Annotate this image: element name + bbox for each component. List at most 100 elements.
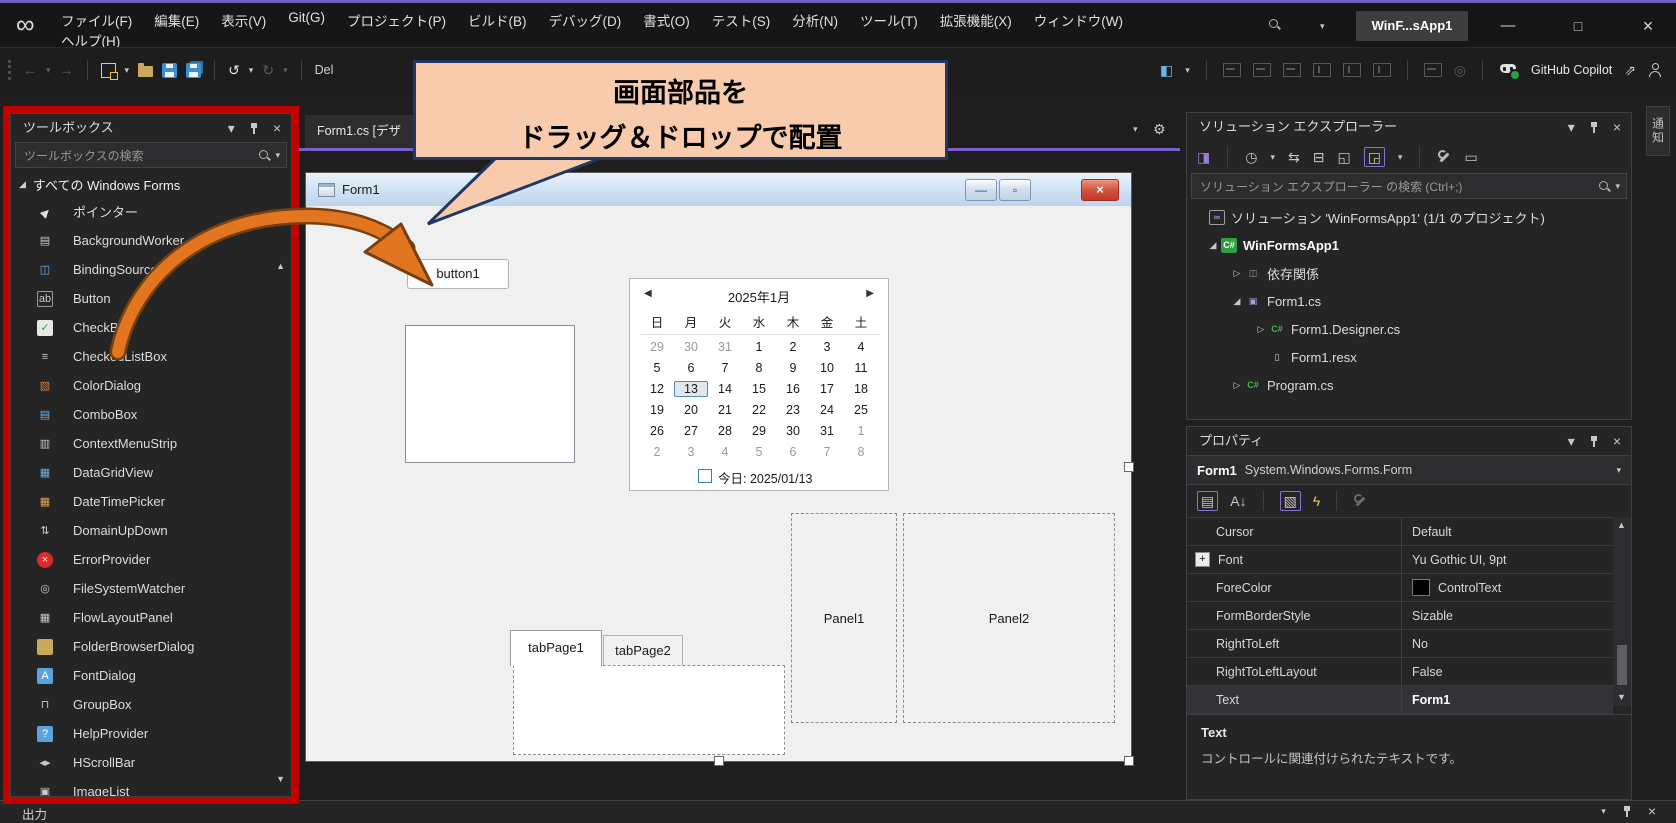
menu-item-v[interactable]: 表示(V) (210, 8, 277, 32)
save-icon[interactable] (162, 62, 178, 78)
form-client-area[interactable]: button1 ◀ 2025年1月 ▶ 日月火水木金土 29 30 31 1 2 3 4 5 6… (307, 206, 1130, 760)
calendar-day[interactable]: 27 (674, 424, 708, 438)
search-icon[interactable] (1598, 180, 1611, 193)
navigate-backward-icon[interactable]: ← (23, 63, 37, 77)
align-centers-icon[interactable] (1252, 63, 1271, 77)
window-minimize-button[interactable]: — (1486, 9, 1530, 43)
search-icon[interactable] (258, 149, 271, 162)
calendar-day[interactable]: 2 (776, 340, 810, 354)
property-row-formborderstyle[interactable]: FormBorderStyle Sizable (1187, 602, 1613, 630)
search-dropdown-icon[interactable]: ▾ (1320, 22, 1325, 31)
toolbox-item-helpprovider[interactable]: ? HelpProvider (11, 719, 291, 748)
scrollbar-up-icon[interactable]: ▲ (1617, 521, 1626, 530)
close-icon[interactable]: × (1648, 804, 1656, 818)
resize-handle-bottom-center[interactable] (714, 756, 724, 766)
button1-control[interactable]: button1 (407, 259, 509, 289)
calendar-day[interactable]: 5 (742, 445, 776, 459)
show-all-files-icon[interactable]: ◱ (1337, 150, 1350, 164)
feedback-person-icon[interactable] (1648, 63, 1662, 77)
property-row-font[interactable]: + Font Yu Gothic UI, 9pt (1187, 546, 1613, 574)
menu-item-o[interactable]: 書式(O) (632, 8, 701, 32)
solution-explorer-header[interactable]: ソリューション エクスプローラー ▾ × (1187, 113, 1631, 141)
scrollbar-down-icon[interactable]: ▼ (1617, 693, 1626, 702)
toolbox-item-filesystemwatcher[interactable]: ◎ FileSystemWatcher (11, 574, 291, 603)
tree-item-program-cs[interactable]: ▷ C# Program.cs (1187, 371, 1631, 399)
chevron-down-icon[interactable]: ▾ (228, 121, 235, 135)
resize-handle-right-middle[interactable] (1124, 462, 1134, 472)
solution-explorer-search[interactable]: ソリューション エクスプローラー の検索 (Ctrl+;) ▾ (1191, 173, 1627, 199)
form-maximize-button[interactable]: ▫ (999, 179, 1031, 201)
notifications-vertical-tab[interactable]: 通知 (1646, 106, 1670, 156)
toolbox-item-fontdialog[interactable]: A FontDialog (11, 661, 291, 690)
properties-object-selector[interactable]: Form1 System.Windows.Forms.Form ▾ (1187, 455, 1631, 485)
calendar-day[interactable]: 24 (810, 403, 844, 417)
properties-view-icon[interactable]: ▧ (1279, 491, 1301, 511)
calendar-day[interactable]: 16 (776, 382, 810, 396)
property-grid-scrollbar[interactable]: ▲ ▼ (1613, 517, 1631, 706)
chevron-down-icon[interactable]: ▾ (1616, 465, 1621, 475)
toolbox-item-checkbox[interactable]: ✓ CheckBox (11, 313, 291, 342)
form-close-button[interactable]: × (1081, 179, 1119, 201)
calendar-day-selected[interactable]: 13 (674, 381, 708, 397)
property-value[interactable]: ControlText (1402, 579, 1613, 596)
resize-handle-bottom-right[interactable] (1124, 756, 1134, 766)
toolbox-item-button[interactable]: ab Button (11, 284, 291, 313)
share-icon[interactable]: ⇗ (1624, 63, 1636, 77)
toolbox-item-folderbrowserdialog[interactable]: FolderBrowserDialog (11, 632, 291, 661)
sync-with-active-document-icon[interactable]: ◲ (1363, 147, 1385, 167)
calendar-day[interactable]: 29 (742, 424, 776, 438)
scrollbar-thumb[interactable] (1617, 645, 1627, 685)
calendar-day[interactable]: 17 (810, 382, 844, 396)
toolbox-item-datagridview[interactable]: ▦ DataGridView (11, 458, 291, 487)
calendar-day[interactable]: 19 (640, 403, 674, 417)
toolbox-item-ポインター[interactable]: ▶ ポインター (11, 197, 291, 226)
property-value[interactable]: Sizable (1402, 609, 1613, 623)
menu-item-t[interactable]: ツール(T) (849, 8, 929, 32)
close-icon[interactable]: × (1613, 434, 1621, 448)
collapse-all-icon[interactable]: ⊟ (1313, 150, 1325, 164)
pin-icon[interactable] (1622, 805, 1632, 818)
close-icon[interactable]: × (273, 121, 281, 135)
menu-item-w[interactable]: ウィンドウ(W) (1023, 8, 1134, 32)
calendar-today-checkbox[interactable] (698, 469, 712, 483)
toolbox-item-combobox[interactable]: ▤ ComboBox (11, 400, 291, 429)
scrollbar-down-icon[interactable]: ▼ (276, 775, 285, 784)
calendar-day[interactable]: 20 (674, 403, 708, 417)
property-value[interactable]: No (1402, 637, 1613, 651)
new-project-dropdown[interactable]: ▾ (125, 65, 130, 75)
window-close-button[interactable]: × (1626, 9, 1670, 43)
calendar-day[interactable]: 26 (640, 424, 674, 438)
calendar-today-label[interactable]: 今日: 2025/01/13 (718, 468, 813, 487)
undo-icon[interactable]: ↺ (228, 63, 240, 77)
menu-item-g[interactable]: Git(G) (277, 8, 336, 32)
toolbox-item-checkedlistbox[interactable]: ≡ CheckedListBox (11, 342, 291, 371)
calendar-day[interactable]: 1 (844, 424, 878, 438)
property-value[interactable]: Yu Gothic UI, 9pt (1402, 553, 1613, 567)
align-bottoms-icon[interactable] (1372, 63, 1391, 77)
toolbox-item-backgroundworker[interactable]: ▤ BackgroundWorker (11, 226, 291, 255)
tab-list-dropdown-icon[interactable]: ▾ (1133, 125, 1138, 134)
align-middles-icon[interactable] (1342, 63, 1361, 77)
calendar-day[interactable]: 3 (674, 445, 708, 459)
form-title-bar[interactable]: Form1 — ▫ × (306, 173, 1131, 207)
switch-views-icon[interactable]: ◨ (1197, 150, 1210, 164)
calendar-day[interactable]: 2 (640, 445, 674, 459)
property-row-righttoleft[interactable]: RightToLeft No (1187, 630, 1613, 658)
calendar-day[interactable]: 1 (742, 340, 776, 354)
pending-changes-filter-icon[interactable]: ◷ (1245, 150, 1257, 164)
pin-icon[interactable] (1589, 121, 1599, 134)
toolbox-item-groupbox[interactable]: ⊓ GroupBox (11, 690, 291, 719)
window-title-box[interactable]: WinF...sApp1 (1356, 11, 1468, 41)
calendar-title[interactable]: 2025年1月 (630, 287, 888, 306)
properties-header[interactable]: プロパティ ▾ × (1187, 427, 1631, 455)
property-row-righttoleftlayout[interactable]: RightToLeftLayout False (1187, 658, 1613, 686)
tab-tabpage1[interactable]: tabPage1 (510, 630, 602, 666)
filter-dropdown[interactable]: ▾ (1270, 152, 1275, 162)
property-row-cursor[interactable]: Cursor Default (1187, 518, 1613, 546)
property-value[interactable]: False (1402, 665, 1613, 679)
open-folder-icon[interactable] (138, 63, 154, 77)
calendar-day[interactable]: 25 (844, 403, 878, 417)
menu-item-x[interactable]: 拡張機能(X) (929, 8, 1023, 32)
redo-icon[interactable]: ↻ (262, 63, 274, 77)
designed-form-window[interactable]: Form1 — ▫ × button1 ◀ 2025年1月 ▶ 日月火水木金土 … (305, 172, 1132, 762)
